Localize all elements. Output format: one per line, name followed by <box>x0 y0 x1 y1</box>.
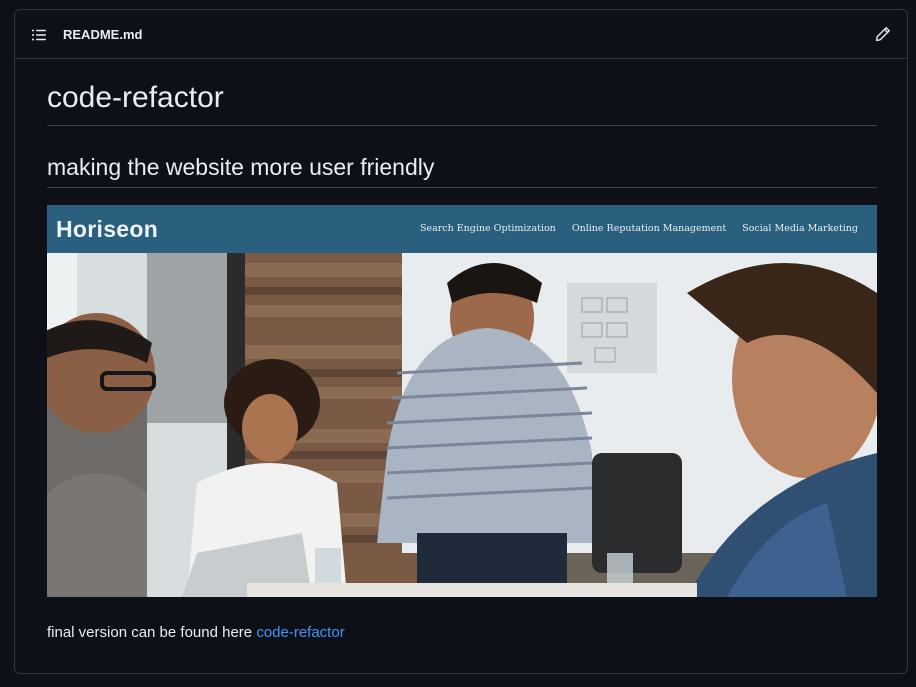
site-nav-item: Social Media Marketing <box>742 223 858 234</box>
readme-panel: README.md code-refactor making the websi… <box>14 9 908 674</box>
title-divider <box>47 125 877 126</box>
footer-text: final version can be found here <box>47 624 257 641</box>
site-nav-item: Online Reputation Management <box>571 223 727 234</box>
page-title: code-refactor <box>47 81 224 114</box>
pencil-icon[interactable] <box>875 26 891 42</box>
heading-divider <box>47 187 877 188</box>
file-name: README.md <box>63 27 143 42</box>
code-refactor-link[interactable]: code-refactor <box>256 624 344 641</box>
hero-image <box>47 253 877 597</box>
list-unordered-icon[interactable] <box>31 27 47 43</box>
site-nav: Search Engine Optimization Online Reputa… <box>420 223 858 234</box>
readme-header: README.md <box>15 10 907 59</box>
site-header: Horiseon Search Engine Optimization Onli… <box>47 205 877 253</box>
site-logo: Horiseon <box>56 216 159 242</box>
website-screenshot: Horiseon Search Engine Optimization Onli… <box>47 205 877 597</box>
site-nav-item: Search Engine Optimization <box>419 223 556 234</box>
section-heading: making the website more user friendly <box>47 154 435 180</box>
footer-paragraph: final version can be found here code-ref… <box>47 622 345 644</box>
